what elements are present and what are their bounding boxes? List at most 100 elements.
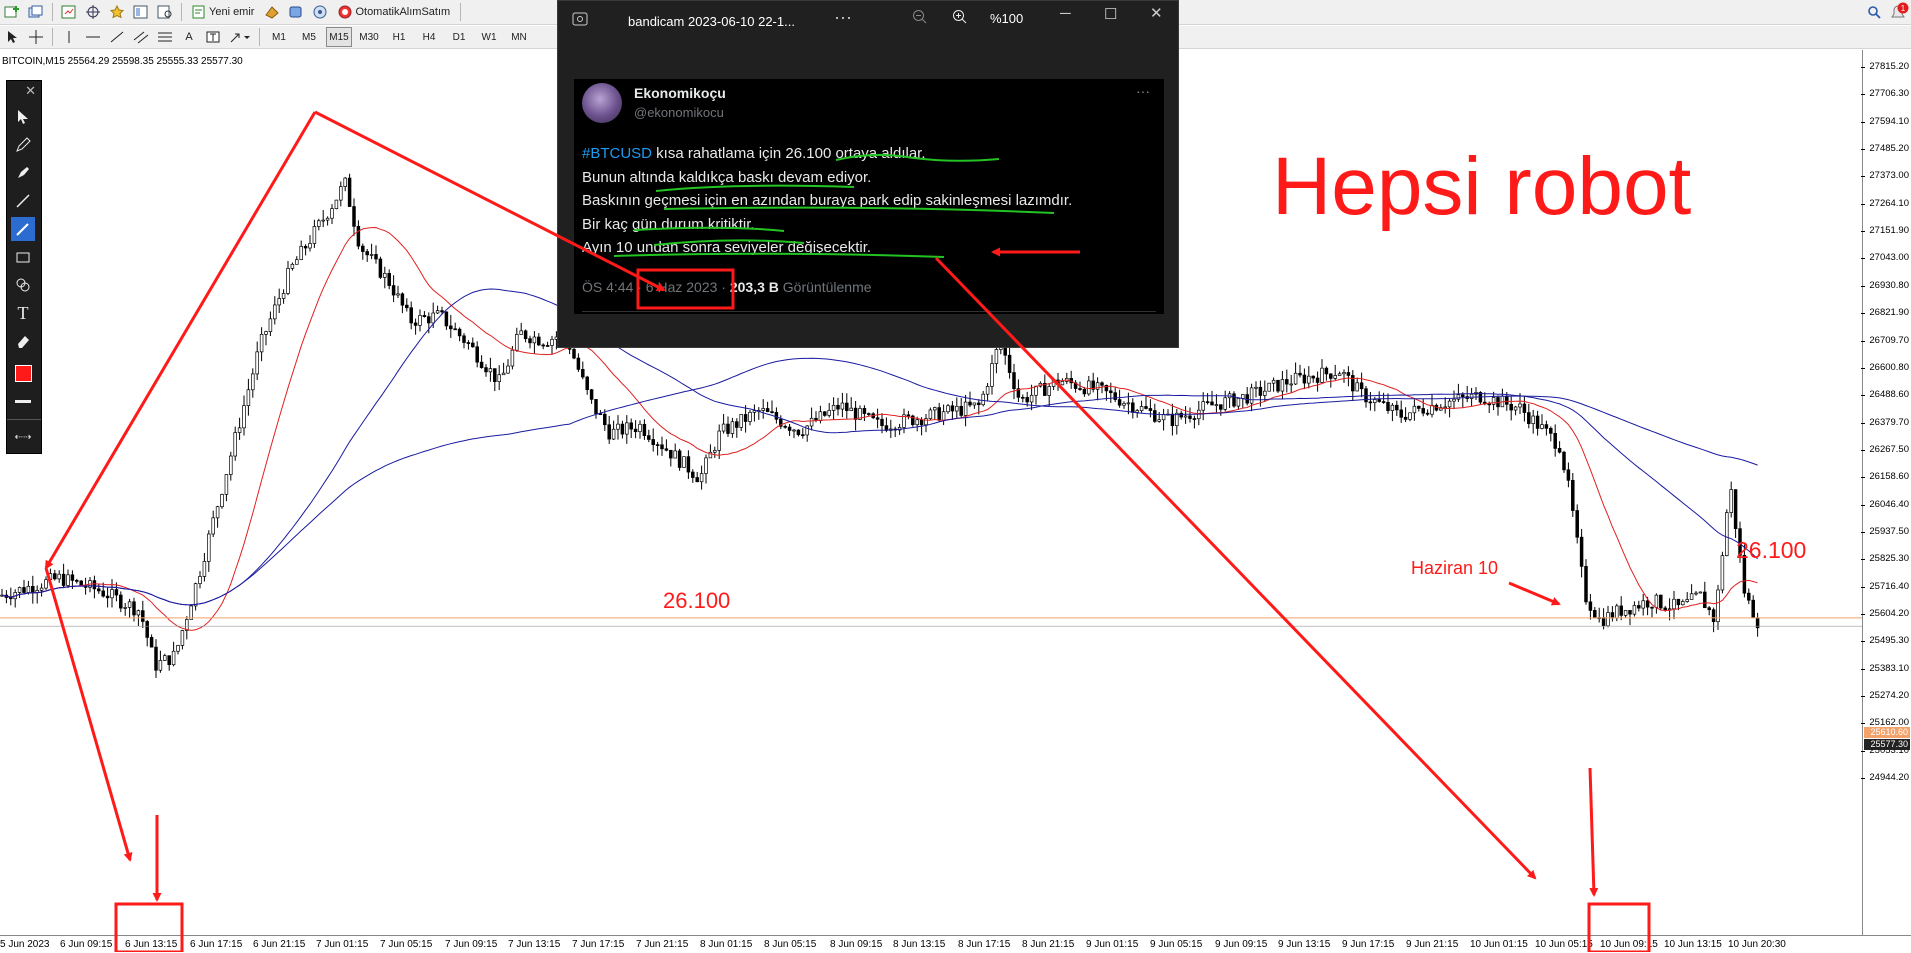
candle-body bbox=[1100, 382, 1104, 386]
text-icon[interactable]: T bbox=[11, 301, 35, 325]
community-icon[interactable] bbox=[310, 2, 330, 22]
horizontal-line-icon[interactable] bbox=[83, 27, 103, 47]
navigator-icon[interactable] bbox=[131, 2, 151, 22]
crosshair-icon[interactable] bbox=[83, 2, 103, 22]
label-tool-icon[interactable] bbox=[203, 27, 223, 47]
zoom-out-icon[interactable] bbox=[912, 9, 928, 29]
arrows-dropdown-icon[interactable] bbox=[227, 27, 253, 47]
candle-body bbox=[75, 580, 79, 582]
price-label: 27151.90 bbox=[1861, 225, 1909, 236]
candle-body bbox=[928, 409, 933, 419]
candle-body bbox=[1113, 392, 1117, 400]
cursor-icon[interactable] bbox=[2, 27, 22, 47]
time-label: 10 Jun 05:15 bbox=[1535, 939, 1593, 950]
candle-body bbox=[994, 349, 999, 364]
candle-body bbox=[616, 423, 620, 430]
timeframe-m15[interactable]: M15 bbox=[326, 27, 352, 47]
candle-body bbox=[303, 245, 308, 249]
candle-body bbox=[1553, 432, 1557, 449]
price-scale[interactable]: 27815.20 27706.30 27594.10 27485.20 27373.00… bbox=[1861, 50, 1911, 935]
cursor-icon[interactable] bbox=[11, 105, 35, 129]
notifications-icon[interactable]: 1 bbox=[1886, 2, 1911, 22]
candle-body bbox=[26, 586, 31, 593]
shapes-icon[interactable] bbox=[11, 273, 35, 297]
favorites-icon[interactable] bbox=[107, 2, 127, 22]
candle-body bbox=[946, 405, 950, 413]
candle-body bbox=[1443, 406, 1447, 409]
candle-body bbox=[193, 583, 198, 607]
candle-body bbox=[1078, 388, 1082, 390]
more-options-icon[interactable]: ··· bbox=[834, 7, 852, 28]
collapse-arrows-icon[interactable]: ⇠⇢ bbox=[11, 425, 35, 449]
trend-line-icon[interactable] bbox=[107, 27, 127, 47]
candle-body bbox=[207, 533, 211, 562]
new-order-label: Yeni emir bbox=[209, 6, 255, 18]
gallery-icon[interactable] bbox=[572, 11, 588, 30]
minimize-icon[interactable]: ─ bbox=[1060, 5, 1071, 22]
close-icon[interactable]: ✕ bbox=[25, 83, 36, 99]
candle-body bbox=[1144, 406, 1148, 409]
candle-body bbox=[321, 219, 325, 222]
profiles-icon[interactable] bbox=[26, 2, 46, 22]
candle-body bbox=[541, 344, 545, 347]
eraser-icon[interactable] bbox=[11, 329, 35, 353]
pencil-icon[interactable] bbox=[11, 133, 35, 157]
auto-trading-button[interactable]: OtomatikAlımSatım bbox=[334, 2, 454, 22]
candle-body bbox=[950, 405, 955, 412]
timeframe-m30[interactable]: M30 bbox=[356, 27, 382, 47]
market-watch-icon[interactable] bbox=[59, 2, 79, 22]
candle-body bbox=[149, 637, 154, 648]
candle-body bbox=[1254, 386, 1258, 389]
timeframe-h4[interactable]: H4 bbox=[416, 27, 442, 47]
new-chart-icon[interactable] bbox=[2, 2, 22, 22]
new-order-button[interactable]: Yeni emir bbox=[188, 2, 258, 22]
candle-body bbox=[787, 426, 792, 431]
close-icon[interactable]: ✕ bbox=[1150, 4, 1163, 22]
zoom-level[interactable]: %100 bbox=[990, 11, 1023, 26]
candle-body bbox=[501, 372, 506, 376]
candle-body bbox=[427, 316, 431, 324]
candle-body bbox=[132, 601, 136, 616]
candle-body bbox=[717, 430, 721, 451]
candle-body bbox=[1461, 394, 1465, 397]
candle-body bbox=[1399, 409, 1403, 418]
candle-body bbox=[154, 646, 158, 671]
rectangle-icon[interactable] bbox=[11, 245, 35, 269]
candle-body bbox=[677, 450, 682, 468]
crosshair-tool-icon[interactable] bbox=[26, 27, 46, 47]
color-swatch-icon[interactable] bbox=[11, 361, 35, 385]
timeframe-h1[interactable]: H1 bbox=[386, 27, 412, 47]
paint-icon[interactable] bbox=[262, 2, 282, 22]
time-label: 9 Jun 21:15 bbox=[1406, 939, 1459, 950]
candle-body bbox=[61, 573, 66, 586]
price-label: 25274.20 bbox=[1861, 690, 1909, 701]
maximize-icon[interactable]: ☐ bbox=[1104, 5, 1117, 23]
candle-body bbox=[796, 429, 801, 436]
timeframe-m5[interactable]: M5 bbox=[296, 27, 322, 47]
vertical-line-icon[interactable] bbox=[59, 27, 79, 47]
timeframe-mn[interactable]: MN bbox=[506, 27, 532, 47]
timeframe-d1[interactable]: D1 bbox=[446, 27, 472, 47]
text-tool-button[interactable]: A bbox=[179, 27, 199, 47]
line-icon[interactable] bbox=[11, 189, 35, 213]
candle-body bbox=[550, 339, 554, 346]
marker-icon[interactable] bbox=[11, 161, 35, 185]
channel-icon[interactable] bbox=[131, 27, 151, 47]
search-icon[interactable] bbox=[1864, 2, 1884, 22]
price-label: 24944.20 bbox=[1861, 772, 1909, 783]
fibonacci-icon[interactable] bbox=[155, 27, 175, 47]
signals-icon[interactable] bbox=[286, 2, 306, 22]
price-label: 27485.20 bbox=[1861, 143, 1909, 154]
timeframe-w1[interactable]: W1 bbox=[476, 27, 502, 47]
candle-body bbox=[682, 456, 686, 468]
candle-body bbox=[1188, 415, 1192, 419]
time-scale[interactable]: 5 Jun 2023 6 Jun 09:15 6 Jun 13:15 6 Jun 17… bbox=[0, 935, 1911, 953]
strategy-tester-icon[interactable] bbox=[155, 2, 175, 22]
line-width-icon[interactable] bbox=[11, 389, 35, 413]
candle-body bbox=[1619, 605, 1623, 616]
zoom-in-icon[interactable] bbox=[952, 9, 968, 29]
timeframe-m1[interactable]: M1 bbox=[266, 27, 292, 47]
brush-icon[interactable] bbox=[11, 217, 35, 241]
candle-body bbox=[1368, 401, 1373, 404]
separator bbox=[52, 28, 53, 46]
